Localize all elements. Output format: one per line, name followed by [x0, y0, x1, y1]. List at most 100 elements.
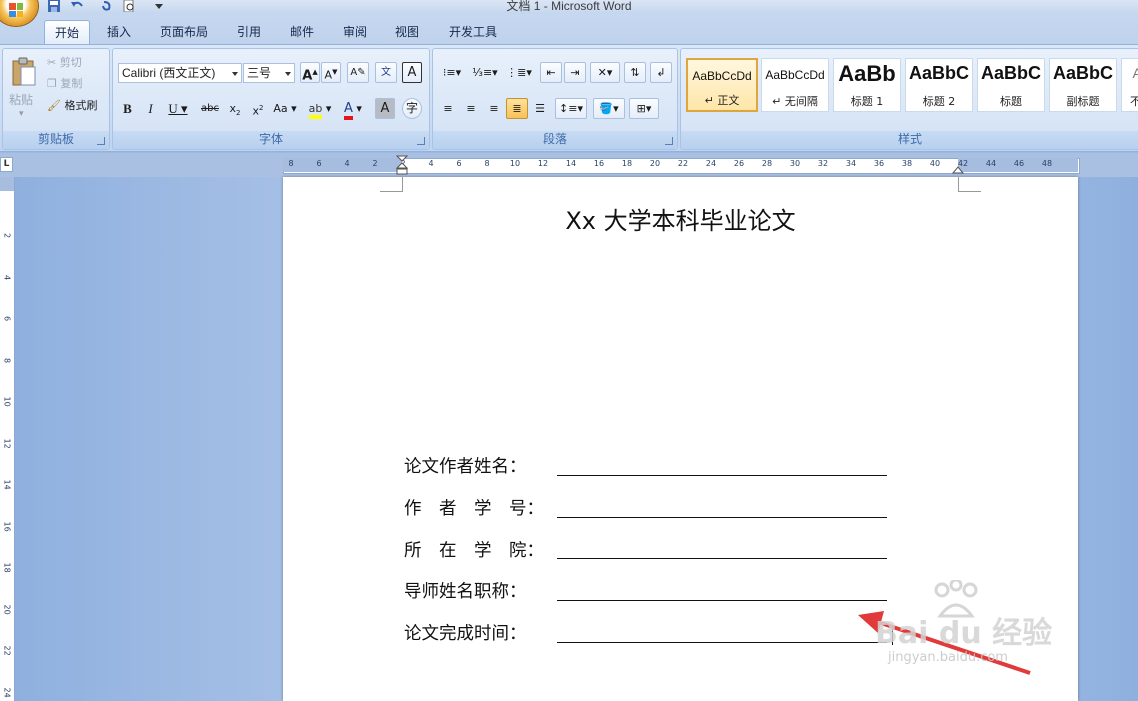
sort-icon[interactable]: ⇅: [624, 62, 646, 83]
paste-dropdown-icon[interactable]: ▾: [19, 109, 24, 119]
show-marks-icon[interactable]: ↲: [650, 62, 672, 83]
underline-button[interactable]: U ▾: [164, 98, 192, 119]
vertical-ruler-tick: 8: [2, 357, 12, 363]
style-no-spacing[interactable]: AaBbCcDd ↵ 无间隔: [761, 58, 829, 112]
field-line-student-id[interactable]: [557, 517, 887, 518]
shading-button[interactable]: 🪣▾: [593, 98, 625, 119]
numbering-button[interactable]: ⅓≡▾: [470, 62, 500, 83]
font-color-icon: A: [344, 101, 353, 120]
font-name-value: Calibri (西文正文): [122, 66, 216, 80]
style-heading-2[interactable]: AaBbC 标题 2: [905, 58, 973, 112]
field-label-completion-date[interactable]: 论文完成时间：: [404, 620, 527, 645]
line-spacing-button[interactable]: ↕≡▾: [555, 98, 587, 119]
field-line-advisor[interactable]: [557, 600, 887, 601]
decrease-indent-icon[interactable]: ⇤: [540, 62, 562, 83]
field-label-advisor[interactable]: 导师姓名职称：: [404, 578, 527, 603]
field-label-college[interactable]: 所 在 学 院：: [404, 537, 544, 562]
indent-marker-icon[interactable]: [396, 155, 408, 175]
window-title: 文档 1 - Microsoft Word: [506, 0, 632, 13]
format-painter-button[interactable]: 🖌 格式刷: [47, 97, 97, 113]
grow-font-button[interactable]: A▲: [300, 62, 320, 83]
font-launcher-icon[interactable]: [417, 137, 425, 145]
save-icon[interactable]: [47, 0, 61, 12]
clipboard-group-label: 剪贴板: [3, 131, 109, 149]
chinese-layout-icon[interactable]: ✕▾: [590, 62, 620, 83]
ruler-tick: 4: [344, 159, 350, 168]
tab-developer[interactable]: 开发工具: [441, 22, 505, 44]
tab-references[interactable]: 引用: [229, 22, 269, 44]
font-color-button[interactable]: A ▾: [338, 98, 368, 120]
tab-page-layout[interactable]: 页面布局: [152, 22, 216, 44]
phonetic-guide-icon[interactable]: 文: [375, 62, 397, 83]
char-shading-icon[interactable]: A: [375, 98, 395, 119]
style-heading-1[interactable]: AaBb 标题 1: [833, 58, 901, 112]
tab-mailings[interactable]: 邮件: [282, 22, 322, 44]
ribbon: 粘贴 ▾ ✂ 剪切 ❐ 复制 🖌 格式刷 剪贴板 Calibri (西文正文) …: [0, 44, 1138, 152]
tab-insert[interactable]: 插入: [98, 22, 140, 44]
tab-home[interactable]: 开始: [44, 20, 90, 47]
undo-icon[interactable]: [70, 0, 84, 12]
ribbon-tabs: 开始 插入 页面布局 引用 邮件 审阅 视图 开发工具: [0, 14, 1138, 47]
cut-button[interactable]: ✂ 剪切: [47, 54, 82, 70]
customize-qat-icon[interactable]: [152, 0, 166, 12]
field-label-student-id[interactable]: 作 者 学 号：: [404, 495, 544, 520]
bullets-button[interactable]: ⁝≡▾: [437, 62, 467, 83]
tab-selector-button[interactable]: L: [0, 157, 13, 172]
ruler-tick: 6: [456, 159, 462, 168]
tab-review[interactable]: 审阅: [335, 22, 375, 44]
tab-view[interactable]: 视图: [387, 22, 427, 44]
increase-indent-icon[interactable]: ⇥: [564, 62, 586, 83]
vertical-ruler-tick: 10: [2, 396, 12, 407]
font-size-select[interactable]: 三号: [243, 63, 295, 83]
borders-button[interactable]: ⊞▾: [629, 98, 659, 119]
paragraph-launcher-icon[interactable]: [665, 137, 673, 145]
highlight-button[interactable]: ab ▾: [305, 98, 335, 119]
align-right-icon[interactable]: ≡: [483, 98, 505, 119]
distributed-icon[interactable]: ☰: [529, 98, 551, 119]
italic-button[interactable]: I: [141, 98, 160, 119]
field-label-author-name[interactable]: 论文作者姓名：: [404, 453, 527, 478]
paste-icon[interactable]: [11, 57, 37, 87]
ruler-tick: 22: [677, 159, 689, 168]
print-preview-icon[interactable]: [122, 0, 136, 12]
vertical-ruler-tick: 16: [2, 521, 12, 532]
watermark-url: jingyan.baidu.com: [888, 650, 1008, 665]
ruler-tick: 6: [316, 159, 322, 168]
right-indent-marker-icon[interactable]: [952, 162, 964, 174]
font-group-label: 字体: [113, 131, 429, 149]
change-case-button[interactable]: Aa ▾: [271, 98, 299, 119]
clipboard-launcher-icon[interactable]: [97, 137, 105, 145]
vertical-ruler-top-margin: [0, 177, 14, 191]
multilevel-list-button[interactable]: ⋮≣▾: [504, 62, 534, 83]
clear-format-icon[interactable]: A✎: [347, 62, 369, 83]
font-name-select[interactable]: Calibri (西文正文): [118, 63, 242, 83]
justify-icon[interactable]: ≣: [506, 98, 528, 119]
style-normal[interactable]: AaBbCcDd ↵ 正文: [686, 58, 758, 112]
align-left-icon[interactable]: ≡: [437, 98, 459, 119]
field-line-college[interactable]: [557, 558, 887, 559]
superscript-button[interactable]: x2: [248, 98, 268, 119]
style-title[interactable]: AaBbC 标题: [977, 58, 1045, 112]
copy-button[interactable]: ❐ 复制: [47, 75, 82, 91]
field-line-author-name[interactable]: [557, 475, 887, 476]
highlighter-icon: ab: [308, 102, 323, 119]
title-bar: 文档 1 - Microsoft Word: [0, 0, 1138, 14]
ruler-tick: 16: [593, 159, 605, 168]
ruler-tick: 36: [873, 159, 885, 168]
document-title[interactable]: Xx 大学本科毕业论文: [283, 201, 1078, 236]
redo-icon[interactable]: [100, 0, 114, 12]
enclose-char-icon[interactable]: 字: [402, 98, 422, 119]
line-spacing-icon: ↕≡: [559, 102, 578, 115]
style-subtitle[interactable]: AaBbC 副标题: [1049, 58, 1117, 112]
subscript-button[interactable]: x2: [225, 98, 245, 119]
vertical-ruler-tick: 4: [2, 274, 12, 280]
align-center-icon[interactable]: ≡: [460, 98, 482, 119]
char-border-icon[interactable]: A: [402, 62, 422, 83]
shrink-font-button[interactable]: A▼: [321, 62, 341, 83]
bold-button[interactable]: B: [118, 98, 137, 119]
field-line-completion-date[interactable]: [557, 642, 887, 643]
ruler-tick: 14: [565, 159, 577, 168]
strikethrough-button[interactable]: abc: [199, 98, 221, 119]
style-subtle-emphasis[interactable]: Aa 不明: [1121, 58, 1138, 112]
paste-button[interactable]: 粘贴: [9, 91, 33, 108]
